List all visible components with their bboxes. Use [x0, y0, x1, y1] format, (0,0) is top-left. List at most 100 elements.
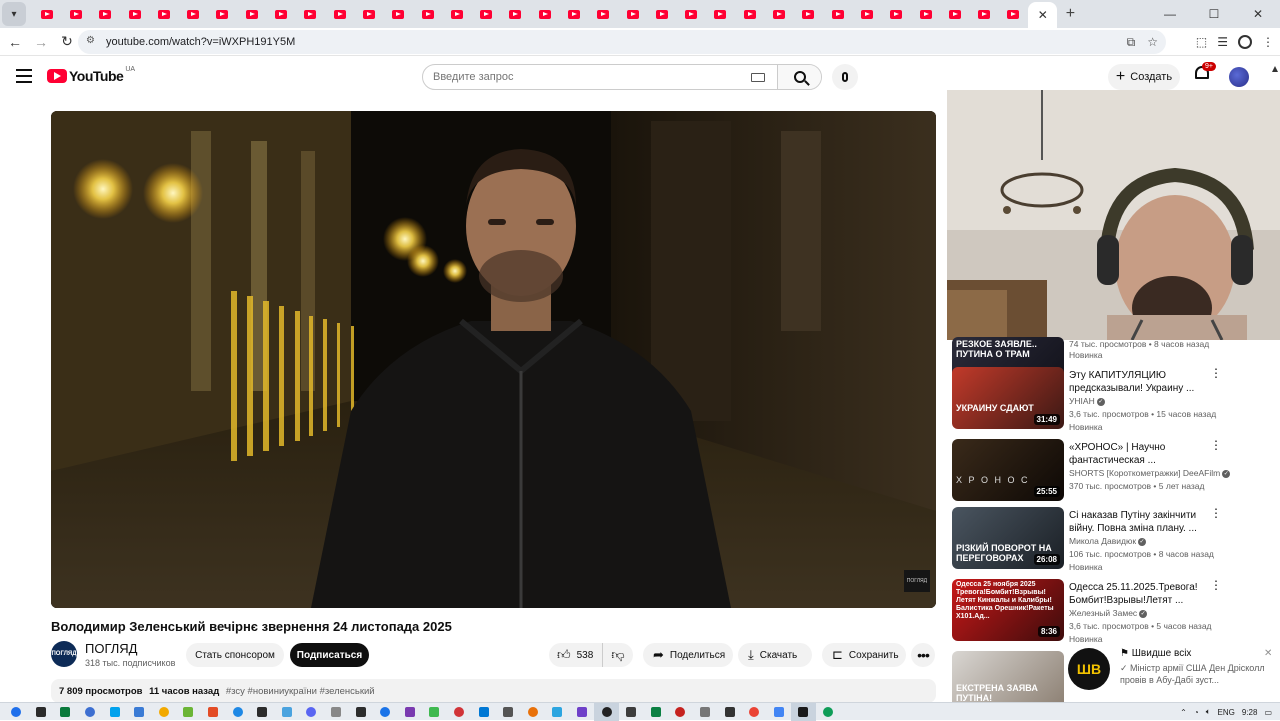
browser-tab[interactable]: [501, 2, 530, 26]
browser-tab[interactable]: [559, 2, 588, 26]
address-bar[interactable]: ⚙ youtube.com/watch?v=iWXPH191Y5M ⧉ ☆: [78, 30, 1166, 54]
browser-tab[interactable]: [237, 2, 266, 26]
browser-tab[interactable]: [970, 2, 999, 26]
browser-tab[interactable]: [61, 2, 90, 26]
taskbar-app-icon[interactable]: [201, 703, 226, 721]
browser-tab[interactable]: [149, 2, 178, 26]
taskbar-app-icon[interactable]: [471, 703, 496, 721]
taskbar-app-icon[interactable]: [717, 703, 742, 721]
browser-tab[interactable]: [530, 2, 559, 26]
taskbar-app-icon[interactable]: [225, 703, 250, 721]
taskbar-app-icon[interactable]: [619, 703, 644, 721]
search-button[interactable]: [777, 65, 821, 89]
site-info-icon[interactable]: ⚙: [86, 35, 100, 49]
taskbar-app-icon[interactable]: [53, 703, 78, 721]
taskbar-app-icon[interactable]: [447, 703, 472, 721]
recommendation-channel[interactable]: SHORTS [Короткометражки] DeeAFilm ✓: [1069, 468, 1231, 478]
more-vert-icon[interactable]: ⋮: [1210, 579, 1222, 591]
video-thumbnail[interactable]: РІЗКИЙ ПОВОРОТ НА ПЕРЕГОВОРАХ 26:08: [952, 507, 1064, 569]
save-button[interactable]: ⊏ Сохранить: [822, 643, 906, 667]
share-button[interactable]: ➦ Поделиться: [643, 643, 733, 667]
reading-list-icon[interactable]: ☰: [1217, 35, 1228, 49]
minimize-button[interactable]: —: [1148, 7, 1192, 21]
recommendation-item[interactable]: Х Р О Н О С 25:55 «ХРОНОС» | Научно фантас…: [952, 439, 1272, 503]
notification-center-icon[interactable]: ▭: [1264, 708, 1272, 717]
taskbar-app-icon[interactable]: [520, 703, 545, 721]
youtube-logo[interactable]: YouTube UA: [47, 66, 135, 84]
more-actions-button[interactable]: •••: [911, 643, 935, 667]
taskbar-app-icon[interactable]: [594, 702, 619, 721]
download-button[interactable]: ⤓ Скачать: [738, 643, 812, 667]
keyboard-icon[interactable]: [751, 72, 765, 82]
search-input[interactable]: [423, 71, 751, 83]
extensions-icon[interactable]: ⬚: [1196, 35, 1207, 49]
browser-tab[interactable]: [32, 2, 61, 26]
recommendation-channel[interactable]: Железный Замес ✓: [1069, 608, 1148, 618]
browser-tab[interactable]: [794, 2, 823, 26]
language-indicator[interactable]: ENG: [1218, 708, 1235, 717]
browser-tab[interactable]: [882, 2, 911, 26]
video-thumbnail[interactable]: Х Р О Н О С 25:55: [952, 439, 1064, 501]
taskbar-app-icon[interactable]: [766, 703, 791, 721]
install-app-icon[interactable]: ⧉: [1127, 35, 1136, 50]
browser-tab[interactable]: [442, 2, 471, 26]
browser-menu-icon[interactable]: ⋮: [1262, 35, 1274, 49]
like-button[interactable]: 👍︎ 538: [549, 643, 603, 667]
recommendation-item[interactable]: УКРАИНУ СДАЮТ 31:49 Эту КАПИТУЛЯЦИЮ предск…: [952, 367, 1272, 432]
more-vert-icon[interactable]: ⋮: [1210, 367, 1222, 379]
voice-search-button[interactable]: [832, 64, 858, 90]
browser-tab[interactable]: [178, 2, 207, 26]
hashtags[interactable]: #зсу #новиниукраїни #зеленський: [226, 686, 375, 697]
bookmark-star-icon[interactable]: ☆: [1147, 35, 1158, 50]
tray-chevron-icon[interactable]: ⌃: [1180, 708, 1187, 717]
recommendation-title[interactable]: «ХРОНОС» | Научно фантастическая ...: [1069, 441, 1204, 467]
shorts-notice[interactable]: ШВ ⚑ Швидше всіх ✓ Міністр армії США Ден…: [1068, 648, 1272, 704]
notifications-button[interactable]: 9+: [1194, 62, 1216, 84]
browser-tab[interactable]: [911, 2, 940, 26]
channel-name[interactable]: ПОГЛЯД: [85, 641, 138, 656]
clock[interactable]: 9:28: [1242, 708, 1258, 717]
taskbar-app-icon[interactable]: [643, 703, 668, 721]
browser-tab-active[interactable]: ✕: [1028, 2, 1058, 28]
browser-tab[interactable]: [764, 2, 793, 26]
maximize-button[interactable]: ☐: [1192, 7, 1236, 21]
recommendation-title[interactable]: Эту КАПИТУЛЯЦИЮ предсказывали! Украину .…: [1069, 369, 1204, 395]
more-vert-icon[interactable]: ⋮: [1210, 507, 1222, 519]
browser-tab[interactable]: [999, 2, 1028, 26]
browser-tab[interactable]: [677, 2, 706, 26]
taskbar-app-icon[interactable]: [348, 703, 373, 721]
recommendation-channel[interactable]: Микола Давидюк ✓: [1069, 536, 1147, 546]
taskbar-app-icon[interactable]: [250, 703, 275, 721]
taskbar-app-icon[interactable]: [398, 703, 423, 721]
new-tab-button[interactable]: +: [1057, 5, 1083, 23]
browser-tab[interactable]: [120, 2, 149, 26]
description-box[interactable]: 7 809 просмотров 11 часов назад #зсу #но…: [51, 679, 936, 703]
browser-tab[interactable]: [413, 2, 442, 26]
back-button[interactable]: ←: [2, 34, 28, 50]
taskbar-app-icon[interactable]: [78, 703, 103, 721]
channel-avatar[interactable]: ПОГЛЯД: [51, 641, 77, 667]
taskbar-app-icon[interactable]: [422, 703, 447, 721]
guide-menu-icon[interactable]: [16, 69, 32, 83]
recommendation-title[interactable]: Одесса 25.11.2025.Тревога! Бомбит!Взрывы…: [1069, 581, 1204, 607]
taskbar-app-icon[interactable]: [693, 703, 718, 721]
browser-tab[interactable]: [471, 2, 500, 26]
close-window-button[interactable]: ✕: [1236, 7, 1280, 21]
taskbar-app-icon[interactable]: [816, 703, 841, 721]
browser-tab[interactable]: [354, 2, 383, 26]
browser-tab[interactable]: [852, 2, 881, 26]
taskbar-app-icon[interactable]: [496, 703, 521, 721]
recommendation-channel[interactable]: УНІАН ✓: [1069, 396, 1105, 406]
taskbar-app-icon[interactable]: [275, 703, 300, 721]
taskbar-app-icon[interactable]: [127, 703, 152, 721]
taskbar-app-icon[interactable]: [152, 703, 177, 721]
browser-tab[interactable]: [208, 2, 237, 26]
forward-button[interactable]: →: [28, 34, 54, 50]
browser-tab[interactable]: [266, 2, 295, 26]
taskbar-app-icon[interactable]: [299, 703, 324, 721]
dislike-button[interactable]: 👎︎: [603, 643, 633, 667]
taskbar-app-icon[interactable]: [102, 703, 127, 721]
taskbar-app-icon[interactable]: [373, 703, 398, 721]
start-icon[interactable]: [4, 703, 29, 721]
browser-tab[interactable]: [940, 2, 969, 26]
